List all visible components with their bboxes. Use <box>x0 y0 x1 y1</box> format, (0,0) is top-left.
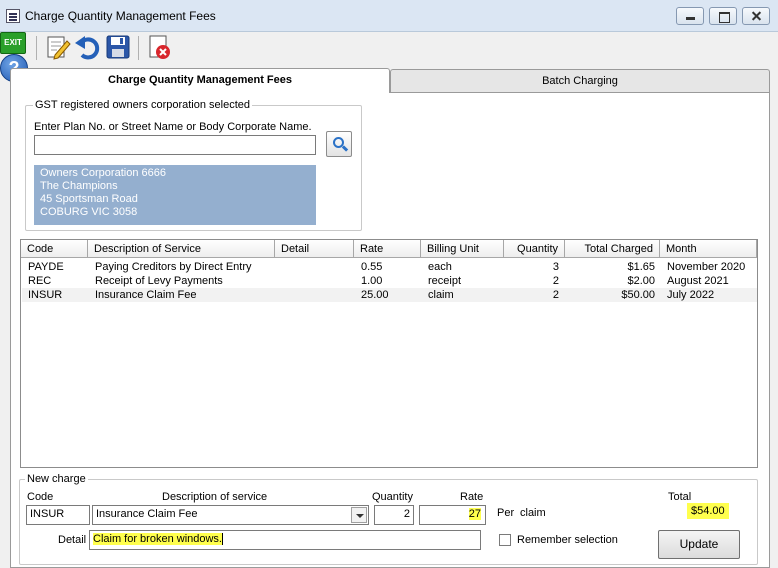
table-row[interactable]: INSUR Insurance Claim Fee 25.00 claim 2 … <box>22 288 757 302</box>
cell-code: PAYDE <box>28 261 64 273</box>
table-row[interactable]: REC Receipt of Levy Payments 1.00 receip… <box>22 274 757 288</box>
toolbar-separator <box>138 36 139 60</box>
code-label: Code <box>27 491 54 503</box>
cell-rate: 0.55 <box>361 261 383 273</box>
total-label: Total <box>668 491 692 503</box>
total-value: $54.00 <box>687 503 729 519</box>
code-input[interactable]: INSUR <box>26 505 90 525</box>
description-select[interactable]: Insurance Claim Fee <box>92 505 369 525</box>
cell-total-charged: $50.00 <box>621 289 655 301</box>
edit-icon[interactable] <box>43 33 71 61</box>
address-line: The Champions <box>40 180 118 192</box>
cell-total-charged: $2.00 <box>627 275 655 287</box>
quantity-input[interactable]: 2 <box>374 505 414 525</box>
tab-charge-quantity[interactable]: Charge Quantity Management Fees <box>10 68 390 93</box>
column-header-month[interactable]: Month <box>660 240 757 258</box>
cell-billing-unit: claim <box>428 289 454 301</box>
remember-selection-label: Remember selection <box>517 534 618 546</box>
cell-rate: 25.00 <box>361 289 389 301</box>
per-label: Per <box>497 507 515 519</box>
charges-table[interactable]: Code Description of Service Detail Rate … <box>20 239 758 468</box>
address-line: 45 Sportsman Road <box>40 193 138 205</box>
app-icon <box>6 9 20 23</box>
new-charge-legend: New charge <box>25 473 88 485</box>
column-header-quantity[interactable]: Quantity <box>504 240 565 258</box>
exit-button[interactable]: EXIT <box>0 32 26 54</box>
address-line: COBURG VIC 3058 <box>40 206 138 218</box>
remember-selection-checkbox[interactable] <box>499 534 511 546</box>
toolbar-separator <box>36 36 37 60</box>
cell-description: Receipt of Levy Payments <box>95 275 223 287</box>
column-header-rate[interactable]: Rate <box>354 240 421 258</box>
cell-description: Paying Creditors by Direct Entry <box>95 261 252 273</box>
cell-code: REC <box>28 275 52 287</box>
maximize-button[interactable] <box>709 7 737 25</box>
description-select-value: Insurance Claim Fee <box>96 508 198 520</box>
cell-month: August 2021 <box>667 275 729 287</box>
rate-label: Rate <box>460 491 484 503</box>
cell-rate: 1.00 <box>361 275 383 287</box>
column-header-code[interactable]: Code <box>21 240 88 258</box>
description-label: Description of service <box>162 491 268 503</box>
rate-input[interactable]: 27 <box>419 505 486 525</box>
cell-total-charged: $1.65 <box>627 261 655 273</box>
close-window-button[interactable] <box>742 7 770 25</box>
column-header-billing-unit[interactable]: Billing Unit <box>421 240 504 258</box>
cell-billing-unit: each <box>428 261 452 273</box>
owner-address: Owners Corporation 6666 The Champions 45… <box>34 165 316 225</box>
text-cursor <box>222 533 223 546</box>
quantity-label: Quantity <box>372 491 413 503</box>
cell-month: July 2022 <box>667 289 715 301</box>
cell-quantity: 2 <box>552 289 559 301</box>
cell-quantity: 2 <box>552 275 559 287</box>
cell-quantity: 3 <box>552 261 559 273</box>
cell-billing-unit: receipt <box>428 275 462 287</box>
per-unit: claim <box>520 507 546 519</box>
cell-code: INSUR <box>28 289 63 301</box>
column-header-total-charged[interactable]: Total Charged <box>565 240 660 258</box>
column-header-detail[interactable]: Detail <box>275 240 354 258</box>
column-header-description[interactable]: Description of Service <box>88 240 275 258</box>
chevron-down-icon[interactable] <box>351 507 367 523</box>
detail-label: Detail <box>58 534 87 546</box>
cell-month: November 2020 <box>667 261 746 273</box>
plan-search-input[interactable] <box>34 135 316 155</box>
tab-batch-charging[interactable]: Batch Charging <box>390 69 770 93</box>
update-button[interactable]: Update <box>658 530 740 559</box>
title-bar: Charge Quantity Management Fees <box>0 0 778 32</box>
window-title: Charge Quantity Management Fees <box>25 9 216 23</box>
toolbar: EXIT ? <box>0 32 778 82</box>
cell-description: Insurance Claim Fee <box>95 289 197 301</box>
address-line: Owners Corporation 6666 <box>40 167 166 179</box>
search-label: Enter Plan No. or Street Name or Body Co… <box>34 121 312 133</box>
detail-input[interactable]: Claim for broken windows. <box>89 530 481 550</box>
search-button[interactable] <box>326 131 352 157</box>
save-icon[interactable] <box>104 33 132 61</box>
minimize-button[interactable] <box>676 7 704 25</box>
rate-value: 27 <box>468 508 481 520</box>
table-row[interactable]: PAYDE Paying Creditors by Direct Entry 0… <box>22 260 757 274</box>
undo-icon[interactable] <box>73 33 101 61</box>
owner-group-legend: GST registered owners corporation select… <box>33 99 253 111</box>
detail-value: Claim for broken windows. <box>93 533 222 545</box>
delete-icon[interactable] <box>145 33 173 61</box>
